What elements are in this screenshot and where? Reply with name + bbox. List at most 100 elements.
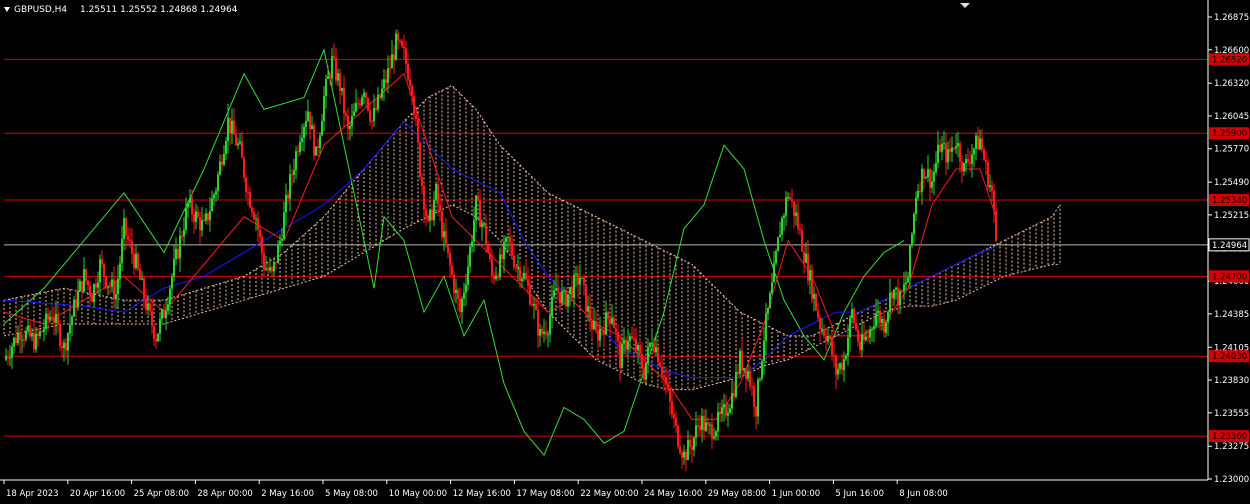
candle-body [273, 261, 275, 272]
candle-body [187, 202, 189, 208]
candle-body [239, 141, 241, 144]
candle-body [365, 92, 367, 98]
candle-body [85, 269, 87, 281]
candle-body [193, 214, 195, 222]
candle-body [953, 147, 955, 149]
candle-body [769, 293, 771, 308]
candle-body [603, 329, 605, 335]
candle-body [103, 264, 105, 277]
candle-body [371, 121, 373, 123]
candle-body [881, 318, 883, 323]
candle-body [349, 125, 351, 129]
candle-body [473, 220, 475, 242]
candle-body [391, 54, 393, 69]
candle-body [887, 311, 889, 323]
candle-body [19, 332, 21, 340]
candle-body [615, 328, 617, 333]
candle-body [967, 159, 969, 163]
candle-body [407, 63, 409, 80]
candle-body [73, 299, 75, 317]
candle-body [925, 177, 927, 179]
candle-body [607, 312, 609, 319]
candle-body [295, 151, 297, 171]
candle-body [551, 296, 553, 316]
candle-body [863, 334, 865, 341]
candle-body [121, 238, 123, 264]
candle-body [401, 40, 403, 47]
candle-body [779, 234, 781, 238]
time-tick-label: 5 Jun 16:00 [835, 489, 884, 499]
candle-body [453, 274, 455, 293]
candle-body [45, 313, 47, 329]
candle-body [395, 33, 397, 60]
candle-body [221, 161, 223, 165]
candle-body [745, 368, 747, 379]
candle-body [737, 371, 739, 374]
candle-body [325, 78, 327, 97]
candle-body [223, 153, 225, 165]
candle-body [629, 336, 631, 342]
candle-body [631, 336, 633, 339]
candle-body [445, 231, 447, 246]
candle-body [463, 292, 465, 299]
candle-body [37, 333, 39, 336]
candle-body [197, 211, 199, 218]
candle-body [979, 138, 981, 150]
candle-body [83, 269, 85, 292]
candle-body [989, 185, 991, 188]
candle-body [397, 33, 399, 41]
time-tick-label: 24 May 16:00 [644, 489, 702, 499]
candle-body [489, 252, 491, 259]
chart-window[interactable]: 1.26875 1.26600 1.26320 1.26045 1.25770 1.254… [0, 0, 1250, 500]
candle-body [639, 345, 641, 355]
candle-body [943, 143, 945, 145]
candle-body [135, 253, 137, 269]
candle-body [641, 354, 643, 369]
candle-body [469, 246, 471, 267]
candle-body [663, 375, 665, 378]
candle-body [177, 248, 179, 259]
candle-body [357, 103, 359, 105]
candle-body [717, 411, 719, 432]
candle-body [741, 350, 743, 371]
price-chart[interactable]: 1.268751.266001.263201.260451.257701.254… [0, 0, 1250, 500]
candle-body [781, 217, 783, 235]
candle-body [447, 245, 449, 253]
candle-body [235, 134, 237, 146]
candle-body [307, 111, 309, 121]
candle-body [531, 304, 533, 306]
candle-body [99, 259, 101, 283]
level-price-label: 1.25340 [1212, 196, 1247, 206]
candle-body [793, 201, 795, 216]
candle-body [513, 255, 515, 267]
candle-body [381, 88, 383, 98]
candle-body [225, 141, 227, 154]
candle-body [993, 190, 995, 211]
candle-body [541, 328, 543, 334]
candle-body [217, 174, 219, 191]
candle-body [533, 304, 535, 306]
candle-body [787, 197, 789, 199]
candle-body [813, 293, 815, 299]
candle-body [871, 328, 873, 330]
candle-body [949, 149, 951, 152]
candle-body [205, 213, 207, 221]
candle-body [899, 291, 901, 306]
candle-body [143, 278, 145, 299]
candle-body [433, 200, 435, 220]
candle-body [165, 311, 167, 319]
candle-body [773, 263, 775, 283]
candle-body [713, 436, 715, 439]
candle-body [31, 333, 33, 337]
candle-body [947, 149, 949, 163]
candle-body [917, 190, 919, 198]
candle-body [67, 333, 69, 351]
candle-body [803, 251, 805, 263]
candle-body [705, 422, 707, 431]
candle-body [819, 317, 821, 329]
candle-body [721, 407, 723, 415]
candle-body [265, 268, 267, 270]
candle-body [499, 254, 501, 278]
candle-body [147, 303, 149, 310]
candle-body [945, 143, 947, 163]
